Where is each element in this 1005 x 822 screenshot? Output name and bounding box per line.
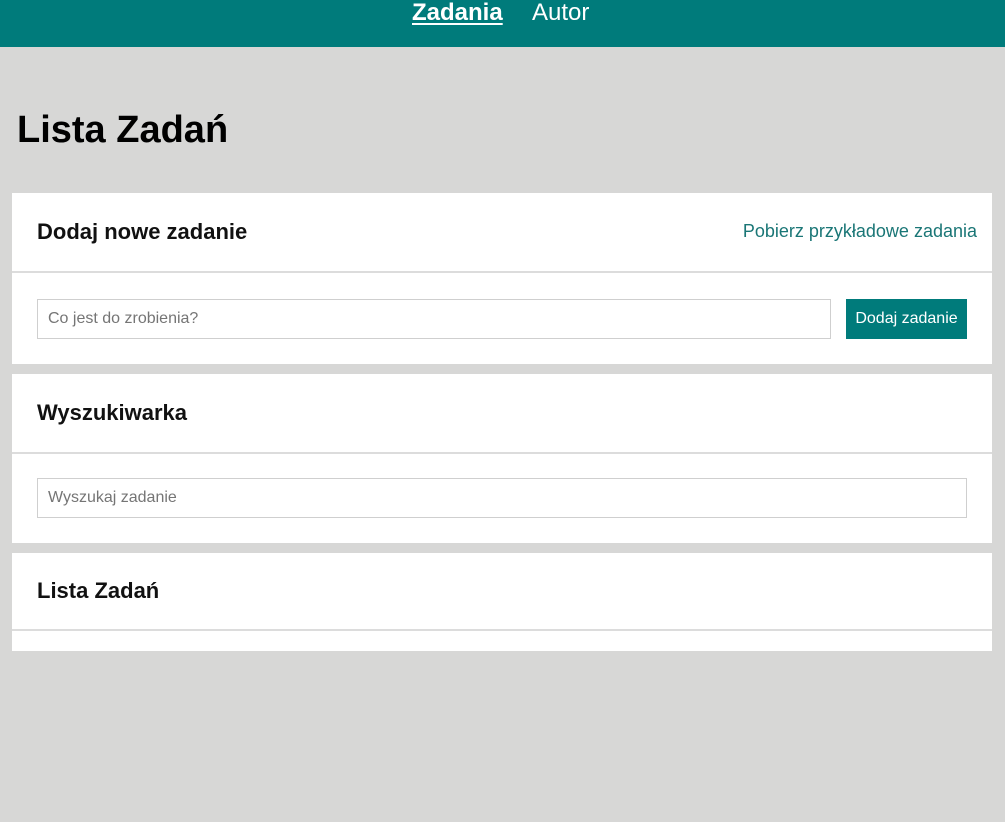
load-sample-tasks-link[interactable]: Pobierz przykładowe zadania: [743, 220, 977, 242]
search-card-header: Wyszukiwarka: [12, 374, 992, 454]
search-title: Wyszukiwarka: [37, 400, 188, 425]
add-task-title: Dodaj nowe zadanie: [37, 219, 248, 244]
new-task-input[interactable]: [37, 299, 831, 339]
page-title: Lista Zadań: [17, 109, 229, 151]
add-task-button[interactable]: Dodaj zadanie: [846, 299, 967, 339]
nav-link-zadania[interactable]: Zadania: [412, 0, 503, 26]
task-list-title: Lista Zadań: [37, 578, 160, 603]
top-navigation: Zadania Autor: [0, 0, 1005, 47]
nav-link-autor[interactable]: Autor: [532, 0, 589, 26]
search-card: Wyszukiwarka: [12, 374, 992, 543]
task-list-card: Lista Zadań: [12, 553, 992, 651]
add-task-card: Dodaj nowe zadanie Pobierz przykładowe z…: [12, 193, 992, 364]
search-input[interactable]: [37, 478, 967, 518]
task-list-card-header: Lista Zadań: [12, 553, 992, 631]
add-task-card-header: Dodaj nowe zadanie Pobierz przykładowe z…: [12, 193, 992, 273]
task-list: [12, 631, 992, 651]
